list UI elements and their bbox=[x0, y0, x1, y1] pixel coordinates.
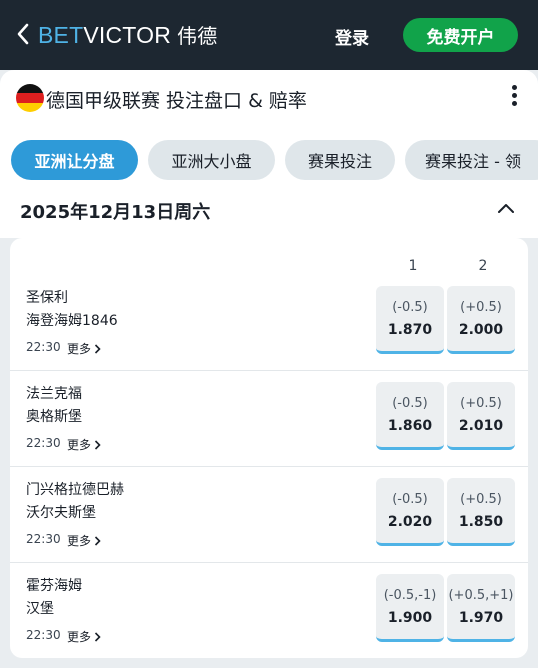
matches-card: 1 2 圣保利 海登海姆1846 22:30 更多 (-0.5) 1.870 (… bbox=[10, 238, 528, 658]
column-header-2: 2 bbox=[478, 258, 488, 274]
chevron-right-icon bbox=[94, 439, 101, 450]
handicap-label: (-0.5) bbox=[392, 396, 428, 411]
kickoff-time: 22:30 bbox=[26, 532, 61, 546]
odds-price: 1.970 bbox=[458, 610, 504, 626]
handicap-label: (-0.5,-1) bbox=[383, 588, 437, 603]
handicap-label: (+0.5) bbox=[460, 492, 502, 507]
handicap-label: (+0.5) bbox=[460, 300, 502, 315]
handicap-label: (+0.5,+1) bbox=[448, 588, 514, 603]
page-title: 德国甲级联赛 投注盘口 & 赔率 bbox=[46, 90, 307, 112]
tab-asian-handicap[interactable]: 亚洲让分盘 bbox=[11, 140, 138, 180]
more-label: 更多 bbox=[67, 438, 92, 452]
odds-button-away[interactable]: (+0.5,+1) 1.970 bbox=[447, 574, 515, 642]
more-link[interactable]: 更多 bbox=[67, 436, 101, 453]
match-row: 圣保利 海登海姆1846 22:30 更多 (-0.5) 1.870 (+0.5… bbox=[10, 275, 528, 371]
odds-button-home[interactable]: (-0.5) 1.860 bbox=[376, 382, 444, 450]
germany-flag-icon bbox=[16, 84, 44, 112]
logo-cn-text: 伟德 bbox=[177, 24, 218, 48]
market-tabs: 亚洲让分盘 亚洲大小盘 赛果投注 赛果投注 - 领 bbox=[0, 126, 538, 190]
tab-asian-total[interactable]: 亚洲大小盘 bbox=[148, 140, 275, 180]
odds-price: 1.870 bbox=[387, 322, 433, 338]
odds-price: 2.000 bbox=[458, 322, 504, 338]
logo-victor-text: VICTOR bbox=[83, 22, 172, 48]
brand-logo[interactable]: BETVICTOR 伟德 bbox=[38, 20, 217, 49]
odds-button-home[interactable]: (-0.5) 2.020 bbox=[376, 478, 444, 546]
home-team[interactable]: 法兰克福 bbox=[26, 383, 82, 403]
chevron-left-icon[interactable] bbox=[14, 22, 34, 46]
chevron-right-icon bbox=[94, 535, 101, 546]
match-row: 霍芬海姆 汉堡 22:30 更多 (-0.5,-1) 1.900 (+0.5,+… bbox=[10, 563, 528, 659]
away-team[interactable]: 海登海姆1846 bbox=[26, 310, 118, 330]
odds-price: 2.010 bbox=[458, 418, 504, 434]
odds-price: 1.900 bbox=[387, 610, 433, 626]
tab-match-result-leader[interactable]: 赛果投注 - 领 bbox=[405, 140, 538, 180]
chevron-right-icon bbox=[94, 631, 101, 642]
away-team[interactable]: 沃尔夫斯堡 bbox=[26, 502, 96, 522]
more-label: 更多 bbox=[67, 630, 92, 644]
odds-button-home[interactable]: (-0.5) 1.870 bbox=[376, 286, 444, 354]
handicap-label: (-0.5) bbox=[392, 492, 428, 507]
match-row: 法兰克福 奥格斯堡 22:30 更多 (-0.5) 1.860 (+0.5) 2… bbox=[10, 371, 528, 467]
top-bar: BETVICTOR 伟德 登录 免费开户 bbox=[0, 0, 538, 70]
kickoff-time: 22:30 bbox=[26, 628, 61, 642]
more-label: 更多 bbox=[67, 534, 92, 548]
more-link[interactable]: 更多 bbox=[67, 340, 101, 357]
more-link[interactable]: 更多 bbox=[67, 532, 101, 549]
more-label: 更多 bbox=[67, 342, 92, 356]
home-team[interactable]: 门兴格拉德巴赫 bbox=[26, 479, 124, 499]
login-button[interactable]: 登录 bbox=[335, 24, 369, 49]
home-team[interactable]: 圣保利 bbox=[26, 287, 68, 307]
odds-button-away[interactable]: (+0.5) 1.850 bbox=[447, 478, 515, 546]
odds-button-home[interactable]: (-0.5,-1) 1.900 bbox=[376, 574, 444, 642]
kickoff-time: 22:30 bbox=[26, 436, 61, 450]
kickoff-time: 22:30 bbox=[26, 340, 61, 354]
handicap-label: (+0.5) bbox=[460, 396, 502, 411]
column-header-1: 1 bbox=[408, 258, 418, 274]
match-row: 门兴格拉德巴赫 沃尔夫斯堡 22:30 更多 (-0.5) 2.020 (+0.… bbox=[10, 467, 528, 563]
away-team[interactable]: 汉堡 bbox=[26, 598, 54, 618]
kebab-menu-icon[interactable] bbox=[508, 85, 520, 111]
handicap-label: (-0.5) bbox=[392, 300, 428, 315]
odds-price: 1.860 bbox=[387, 418, 433, 434]
date-header[interactable]: 2025年12月13日周六 bbox=[0, 190, 538, 238]
chevron-right-icon bbox=[94, 343, 101, 354]
away-team[interactable]: 奥格斯堡 bbox=[26, 406, 82, 426]
more-link[interactable]: 更多 bbox=[67, 628, 101, 645]
date-label: 2025年12月13日周六 bbox=[20, 202, 211, 223]
tab-match-result[interactable]: 赛果投注 bbox=[285, 140, 395, 180]
chevron-up-icon[interactable] bbox=[497, 202, 515, 214]
register-button[interactable]: 免费开户 bbox=[403, 18, 518, 52]
odds-button-away[interactable]: (+0.5) 2.000 bbox=[447, 286, 515, 354]
odds-price: 1.850 bbox=[458, 514, 504, 530]
home-team[interactable]: 霍芬海姆 bbox=[26, 575, 82, 595]
page-title-bar: 德国甲级联赛 投注盘口 & 赔率 bbox=[0, 70, 538, 126]
odds-button-away[interactable]: (+0.5) 2.010 bbox=[447, 382, 515, 450]
odds-price: 2.020 bbox=[387, 514, 433, 530]
logo-bet-text: BET bbox=[38, 22, 84, 48]
